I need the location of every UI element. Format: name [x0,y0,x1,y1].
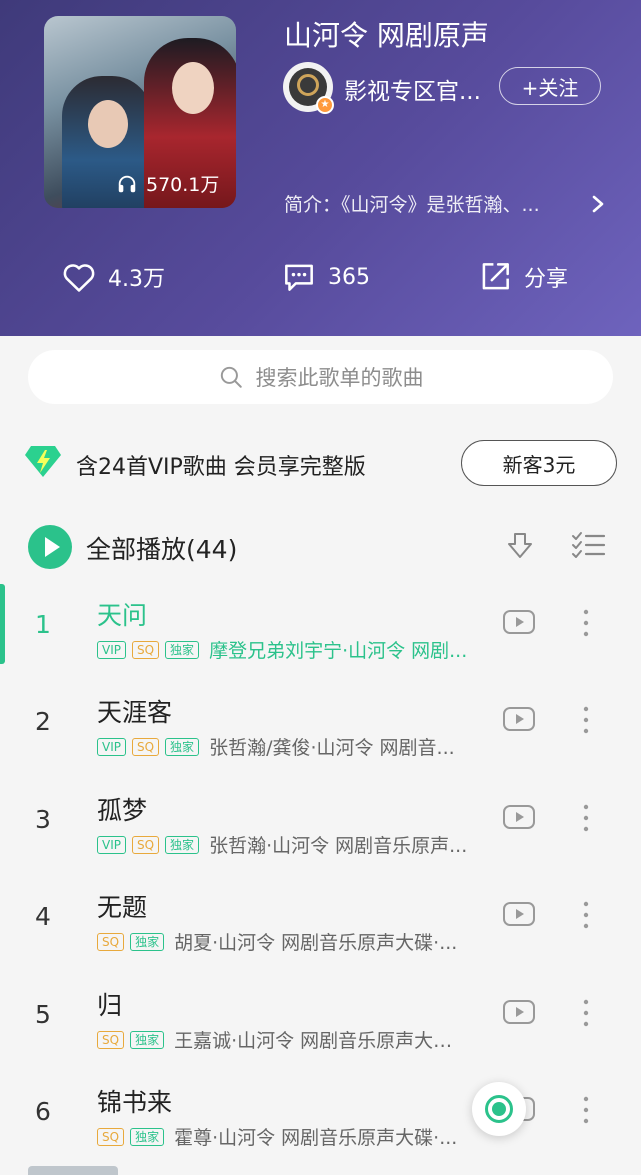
song-title: 天涯客 [97,698,173,727]
comment-button[interactable]: 365 [280,258,370,296]
tag-sq: SQ [131,737,160,756]
song-row[interactable]: 2 天涯客 VIP SQ 独家 张哲瀚/龚俊·山河令 网剧音... [0,681,641,778]
download-icon[interactable] [504,530,536,562]
tag-exclusive: 独家 [165,835,200,854]
song-title: 锦书来 [97,1088,173,1117]
song-artist-album: 摩登兄弟刘宇宁·山河令 网剧... [209,640,468,662]
playlist-header: 570.1万 山河令 网剧原声 ★ 影视专区官... +关注 简介：《山河令》是… [0,0,641,336]
song-title: 无题 [97,893,148,922]
search-placeholder: 搜索此歌单的歌曲 [255,366,424,390]
mv-play-icon[interactable] [502,998,536,1026]
vip-diamond-icon [25,446,61,477]
cover-face-right [172,62,214,114]
song-index: 6 [35,1097,51,1126]
song-artist-album: 霍尊·山河令 网剧音乐原声大碟·... [174,1127,458,1149]
playlist-cover[interactable]: 570.1万 [44,16,236,208]
now-playing-indicator [0,584,5,664]
vip-banner-text: 含24首VIP歌曲 会员享完整版 [76,455,366,480]
more-vertical-icon[interactable] [578,898,594,932]
mv-play-icon[interactable] [502,608,536,636]
song-row[interactable]: 5 归 SQ 独家 王嘉诚·山河令 网剧音乐原声大碟... [0,974,641,1071]
mv-play-icon[interactable] [502,803,536,831]
song-meta: VIP SQ 独家 张哲瀚/龚俊·山河令 网剧音... [97,733,455,760]
cover-face-left [88,100,128,148]
comment-icon [285,264,313,291]
more-vertical-icon[interactable] [578,801,594,835]
song-search-input[interactable]: 搜索此歌单的歌曲 [28,350,613,404]
tag-sq: SQ [131,640,160,659]
more-vertical-icon[interactable] [578,606,594,640]
play-count: 570.1万 [116,170,219,197]
multi-select-icon[interactable] [570,530,606,562]
song-meta: SQ 独家 王嘉诚·山河令 网剧音乐原声大碟... [97,1026,464,1053]
tag-exclusive: 独家 [130,1127,165,1146]
film-reel-icon [297,74,319,96]
song-meta: SQ 独家 霍尊·山河令 网剧音乐原声大碟·... [97,1123,457,1150]
tag-sq: SQ [131,835,160,854]
song-row[interactable]: 4 无题 SQ 独家 胡夏·山河令 网剧音乐原声大碟·... [0,876,641,973]
song-artist-album: 胡夏·山河令 网剧音乐原声大碟·... [174,932,458,954]
like-button[interactable]: 4.3万 [60,258,165,296]
tag-exclusive: 独家 [130,1030,165,1049]
song-row[interactable]: 1 天问 VIP SQ 独家 摩登兄弟刘宇宁·山河令 网剧... [0,584,641,681]
play-all-button[interactable] [28,525,72,569]
next-item-thumbnail [28,1166,118,1175]
song-meta: SQ 独家 胡夏·山河令 网剧音乐原声大碟·... [97,928,457,955]
more-vertical-icon[interactable] [578,996,594,1030]
search-icon [220,366,242,388]
song-index: 1 [35,610,51,639]
chevron-right-icon[interactable] [588,192,608,216]
playlist-title: 山河令 网剧原声 [284,19,489,52]
tag-exclusive: 独家 [130,932,165,951]
mv-play-icon[interactable] [502,705,536,733]
song-artist-album: 张哲瀚/龚俊·山河令 网剧音... [209,737,455,759]
headphones-icon [118,175,136,192]
tag-vip: VIP [97,737,126,756]
song-meta: VIP SQ 独家 张哲瀚·山河令 网剧音乐原声... [97,831,467,858]
song-row[interactable]: 6 锦书来 SQ 独家 霍尊·山河令 网剧音乐原声大碟·... [0,1071,641,1168]
comment-count: 365 [328,264,370,290]
share-button[interactable]: 分享 [476,258,568,296]
share-icon [482,263,509,290]
vip-offer-button[interactable]: 新客3元 [461,440,617,486]
tag-vip: VIP [97,640,126,659]
song-index: 2 [35,707,51,736]
song-title: 孤梦 [97,796,148,825]
song-index: 4 [35,902,51,931]
heart-icon [63,264,95,292]
follow-button[interactable]: +关注 [499,67,601,105]
more-vertical-icon[interactable] [578,1093,594,1127]
song-title: 天问 [97,601,148,630]
tag-sq: SQ [97,932,125,951]
play-all-label[interactable]: 全部播放(44) [86,530,237,566]
tag-sq: SQ [97,1127,125,1146]
now-playing-button[interactable] [472,1082,526,1136]
share-label: 分享 [524,267,569,292]
uploader-name[interactable]: 影视专区官... [344,72,481,106]
like-count: 4.3万 [108,267,165,292]
song-artist-album: 张哲瀚·山河令 网剧音乐原声... [209,835,468,857]
verified-badge-icon: ★ [316,96,334,114]
playlist-intro[interactable]: 简介：《山河令》是张哲瀚、... [284,190,540,217]
tag-exclusive: 独家 [165,737,200,756]
play-count-value: 570.1万 [146,174,220,196]
mv-play-icon[interactable] [502,900,536,928]
uploader-avatar[interactable]: ★ [283,62,334,114]
song-meta: VIP SQ 独家 摩登兄弟刘宇宁·山河令 网剧... [97,636,467,663]
song-row[interactable]: 3 孤梦 VIP SQ 独家 张哲瀚·山河令 网剧音乐原声... [0,779,641,876]
song-artist-album: 王嘉诚·山河令 网剧音乐原声大碟... [174,1030,465,1052]
song-title: 归 [97,991,123,1020]
tag-vip: VIP [97,835,126,854]
song-index: 5 [35,1000,51,1029]
tag-sq: SQ [97,1030,125,1049]
song-index: 3 [35,805,51,834]
more-vertical-icon[interactable] [578,703,594,737]
tag-exclusive: 独家 [165,640,200,659]
